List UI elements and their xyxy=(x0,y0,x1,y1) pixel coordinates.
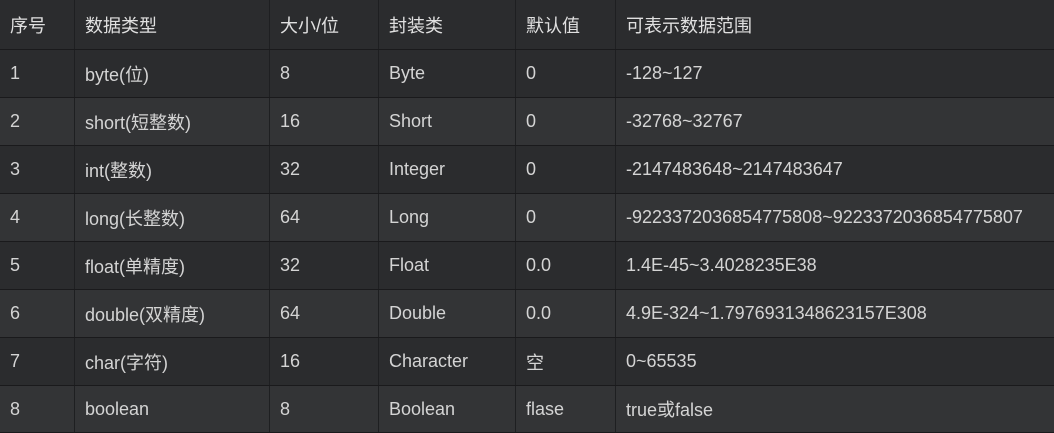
cell-size: 8 xyxy=(270,386,379,432)
table-row: 6 double(双精度) 64 Double 0.0 4.9E-324~1.7… xyxy=(0,290,1054,338)
cell-index: 2 xyxy=(0,98,75,145)
cell-index: 1 xyxy=(0,50,75,97)
cell-type: byte(位) xyxy=(75,50,270,97)
cell-size: 32 xyxy=(270,242,379,289)
cell-range: -128~127 xyxy=(626,63,703,83)
cell-type: double(双精度) xyxy=(75,290,270,337)
cell-wrapper: Boolean xyxy=(379,386,516,432)
cell-wrapper: Double xyxy=(379,290,516,337)
cell-type: short(短整数) xyxy=(75,98,270,145)
cell-range: -9223372036854775808~9223372036854775807 xyxy=(626,207,1023,227)
cell-wrapper: Integer xyxy=(379,146,516,193)
cell-default: 0 xyxy=(516,50,616,97)
table-row: 5 float(单精度) 32 Float 0.0 1.4E-45~3.4028… xyxy=(0,242,1054,290)
cell-wrapper: Long xyxy=(379,194,516,241)
table-row: 1 byte(位) 8 Byte 0 -128~127 xyxy=(0,50,1054,98)
cell-range: 1.4E-45~3.4028235E38 xyxy=(626,255,817,275)
table-row: 8 boolean 8 Boolean flase true或false xyxy=(0,386,1054,433)
cell-default: 空 xyxy=(516,338,616,385)
cell-range: -2147483648~2147483647 xyxy=(626,159,843,179)
cell-type: char(字符) xyxy=(75,338,270,385)
cell-index: 6 xyxy=(0,290,75,337)
cell-size: 16 xyxy=(270,338,379,385)
cell-wrapper: Short xyxy=(379,98,516,145)
cell-default: 0 xyxy=(516,146,616,193)
cell-type: boolean xyxy=(75,386,270,432)
cell-size: 16 xyxy=(270,98,379,145)
cell-wrapper: Character xyxy=(379,338,516,385)
data-types-table: 序号 数据类型 大小/位 封装类 默认值 可表示数据范围 1 byte(位) 8… xyxy=(0,0,1054,433)
header-cell-index: 序号 xyxy=(0,0,75,49)
cell-index: 8 xyxy=(0,386,75,432)
cell-size: 64 xyxy=(270,290,379,337)
header-cell-default: 默认值 xyxy=(516,0,616,49)
cell-range: -32768~32767 xyxy=(626,111,743,131)
cell-index: 5 xyxy=(0,242,75,289)
cell-type: long(长整数) xyxy=(75,194,270,241)
cell-wrapper: Float xyxy=(379,242,516,289)
header-cell-wrapper: 封装类 xyxy=(379,0,516,49)
cell-index: 7 xyxy=(0,338,75,385)
cell-range: true或false xyxy=(626,400,714,420)
header-cell-type: 数据类型 xyxy=(75,0,270,49)
table-row: 7 char(字符) 16 Character 空 0~65535 xyxy=(0,338,1054,386)
cell-size: 8 xyxy=(270,50,379,97)
table-row: 4 long(长整数) 64 Long 0 -92233720368547758… xyxy=(0,194,1054,242)
cell-range: 4.9E-324~1.7976931348623157E308 xyxy=(626,303,927,323)
header-cell-range: 可表示数据范围 xyxy=(626,15,752,36)
cell-default: 0.0 xyxy=(516,290,616,337)
cell-type: float(单精度) xyxy=(75,242,270,289)
cell-default: flase xyxy=(516,386,616,432)
table-row: 3 int(整数) 32 Integer 0 -2147483648~21474… xyxy=(0,146,1054,194)
cell-type: int(整数) xyxy=(75,146,270,193)
cell-default: 0 xyxy=(516,98,616,145)
table-row: 2 short(短整数) 16 Short 0 -32768~32767 xyxy=(0,98,1054,146)
header-cell-size: 大小/位 xyxy=(270,0,379,49)
cell-index: 4 xyxy=(0,194,75,241)
cell-default: 0 xyxy=(516,194,616,241)
cell-default: 0.0 xyxy=(516,242,616,289)
cell-index: 3 xyxy=(0,146,75,193)
cell-wrapper: Byte xyxy=(379,50,516,97)
cell-size: 64 xyxy=(270,194,379,241)
table-header-row: 序号 数据类型 大小/位 封装类 默认值 可表示数据范围 xyxy=(0,0,1054,50)
cell-size: 32 xyxy=(270,146,379,193)
cell-range: 0~65535 xyxy=(626,351,697,371)
